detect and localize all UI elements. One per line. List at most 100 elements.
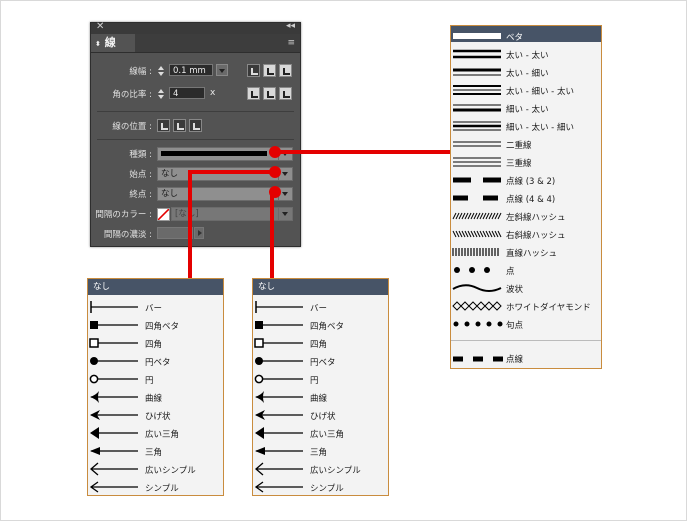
- arrowhead-item-square-solid[interactable]: 四角ベタ: [253, 317, 388, 333]
- weight-label: 線幅 :: [129, 67, 152, 77]
- none-swatch-icon[interactable]: [157, 208, 170, 221]
- weight-row: 線幅 : 0.1 mm: [91, 63, 300, 79]
- white-diamond-icon: [451, 298, 503, 314]
- panel-menu-icon[interactable]: ≡: [287, 38, 295, 48]
- stroke-type-item-dots[interactable]: 点: [451, 262, 601, 278]
- stroke-type-label: 細い - 太い: [506, 105, 549, 115]
- arrowhead-item-curved[interactable]: 曲線: [88, 389, 223, 405]
- bevel-join-icon[interactable]: [279, 87, 292, 100]
- connector-end-v: [270, 190, 274, 278]
- arrowhead-item-wide-triangle[interactable]: 広い三角: [88, 425, 223, 441]
- arrowhead-label: 四角ベタ: [310, 322, 345, 332]
- stroke-type-item-double[interactable]: 二重線: [451, 136, 601, 152]
- arrowhead-label: 三角: [145, 448, 163, 458]
- arrowhead-item-wide-simple[interactable]: 広いシンプル: [253, 461, 388, 477]
- stroke-type-item-thick-thin-thick[interactable]: 太い - 細い - 太い: [451, 82, 601, 98]
- stroke-type-item-thick-thick[interactable]: 太い - 太い: [451, 46, 601, 62]
- miter-unit: x: [210, 88, 216, 98]
- stroke-type-item-thin-thick[interactable]: 細い - 太い: [451, 100, 601, 116]
- stroke-type-item-left-hash[interactable]: 左斜線ハッシュ: [451, 208, 601, 224]
- miter-join-icon[interactable]: [247, 87, 260, 100]
- arrowhead-item-simple[interactable]: シンプル: [88, 479, 223, 495]
- arrowhead-item-bar[interactable]: バー: [253, 299, 388, 315]
- stroke-type-item-solid[interactable]: ベタ: [451, 28, 601, 44]
- arrowhead-item-triangle[interactable]: 三角: [88, 443, 223, 459]
- arrowhead-item-circle-solid[interactable]: 円ベタ: [88, 353, 223, 369]
- arrowhead-item-circle-solid[interactable]: 円ベタ: [253, 353, 388, 369]
- arrowhead-label: 広いシンプル: [310, 466, 361, 476]
- stroke-type-item-white-diamond[interactable]: ホワイトダイヤモンド: [451, 298, 601, 314]
- arrowhead-wide-simple-icon: [253, 461, 305, 477]
- align-center-icon[interactable]: [157, 119, 170, 132]
- arrowhead-circle-solid-icon: [253, 353, 305, 369]
- stroke-type-item-triple[interactable]: 三重線: [451, 154, 601, 170]
- arrowhead-item-wide-simple[interactable]: 広いシンプル: [88, 461, 223, 477]
- connector-dot-end: [269, 186, 281, 198]
- stroke-type-item-wavy[interactable]: 波状: [451, 280, 601, 296]
- weight-dropdown-button[interactable]: [216, 64, 228, 76]
- stroke-type-label: 点: [506, 267, 515, 277]
- arrowhead-item-barbed[interactable]: ひげ状: [88, 407, 223, 423]
- projecting-cap-icon[interactable]: [279, 64, 292, 77]
- weight-input[interactable]: 0.1 mm: [169, 64, 213, 76]
- stroke-type-item-small-dots[interactable]: 句点: [451, 316, 601, 332]
- arrowhead-item-square[interactable]: 四角: [253, 335, 388, 351]
- thick-thin-icon: [451, 64, 503, 80]
- stroke-type-label: 左斜線ハッシュ: [506, 213, 566, 223]
- close-icon[interactable]: ✕: [96, 21, 104, 32]
- arrowhead-item-wide-triangle[interactable]: 広い三角: [253, 425, 388, 441]
- stroke-type-item-straight-hash[interactable]: 直線ハッシュ: [451, 244, 601, 260]
- arrowhead-square-solid-icon: [88, 317, 140, 333]
- end-value: なし: [161, 189, 179, 199]
- arrowhead-label: 四角ベタ: [145, 322, 180, 332]
- start-value: なし: [161, 169, 179, 179]
- align-outside-icon[interactable]: [189, 119, 202, 132]
- stroke-type-item-thick-thin[interactable]: 太い - 細い: [451, 64, 601, 80]
- arrowhead-circle-icon: [88, 371, 140, 387]
- arrowhead-item-circle[interactable]: 円: [88, 371, 223, 387]
- arrowhead-triangle-icon: [88, 443, 140, 459]
- arrowhead-wide-triangle-icon: [253, 425, 305, 441]
- stroke-type-item-dash-4-4[interactable]: 点線 (4 & 4): [451, 190, 601, 206]
- collapse-icon[interactable]: ◂◂: [286, 21, 295, 31]
- panel-titlebar: ✕ ◂◂: [91, 21, 300, 34]
- arrowhead-label: 曲線: [310, 394, 328, 404]
- separator: [451, 340, 601, 341]
- arrowhead-item-triangle[interactable]: 三角: [253, 443, 388, 459]
- arrowhead-label: シンプル: [145, 484, 179, 494]
- dash-4-4-icon: [451, 190, 503, 206]
- stroke-type-item-dashed[interactable]: 点線: [451, 350, 601, 366]
- stroke-type-item-thin-thick-thin[interactable]: 細い - 太い - 細い: [451, 118, 601, 134]
- arrowhead-item-bar[interactable]: バー: [88, 299, 223, 315]
- arrowhead-label: 広い三角: [310, 430, 345, 440]
- end-list-header[interactable]: なし: [253, 279, 388, 295]
- round-cap-icon[interactable]: [263, 64, 276, 77]
- miter-input[interactable]: 4: [169, 87, 205, 99]
- arrowhead-item-simple[interactable]: シンプル: [253, 479, 388, 495]
- stroke-type-item-dash-3-2[interactable]: 点線 (3 & 2): [451, 172, 601, 188]
- arrowhead-item-barbed[interactable]: ひげ状: [253, 407, 388, 423]
- arrowhead-item-curved[interactable]: 曲線: [253, 389, 388, 405]
- tab-updown-icon: ⬍: [95, 40, 101, 48]
- tab-stroke[interactable]: ⬍ 線: [91, 34, 135, 52]
- stroke-type-item-right-hash[interactable]: 右斜線ハッシュ: [451, 226, 601, 242]
- chevron-right-icon: [198, 230, 202, 236]
- arrowhead-square-icon: [253, 335, 305, 351]
- miter-stepper[interactable]: [157, 88, 165, 100]
- stroke-type-label: ホワイトダイヤモンド: [506, 303, 591, 313]
- miter-row: 角の比率 : 4 x: [91, 86, 300, 102]
- arrowhead-item-square-solid[interactable]: 四角ベタ: [88, 317, 223, 333]
- stroke-type-label: 二重線: [506, 141, 532, 151]
- arrowhead-item-circle[interactable]: 円: [253, 371, 388, 387]
- arrowhead-label: 円: [310, 376, 319, 386]
- gap-tint-slider-button[interactable]: [194, 227, 204, 239]
- arrowhead-label: 四角: [145, 340, 163, 350]
- align-inside-icon[interactable]: [173, 119, 186, 132]
- chevron-down-icon: [278, 208, 292, 220]
- round-join-icon[interactable]: [263, 87, 276, 100]
- start-list-header[interactable]: なし: [88, 279, 223, 295]
- weight-stepper[interactable]: [157, 65, 165, 77]
- butt-cap-icon[interactable]: [247, 64, 260, 77]
- arrowhead-item-square[interactable]: 四角: [88, 335, 223, 351]
- arrowhead-circle-icon: [253, 371, 305, 387]
